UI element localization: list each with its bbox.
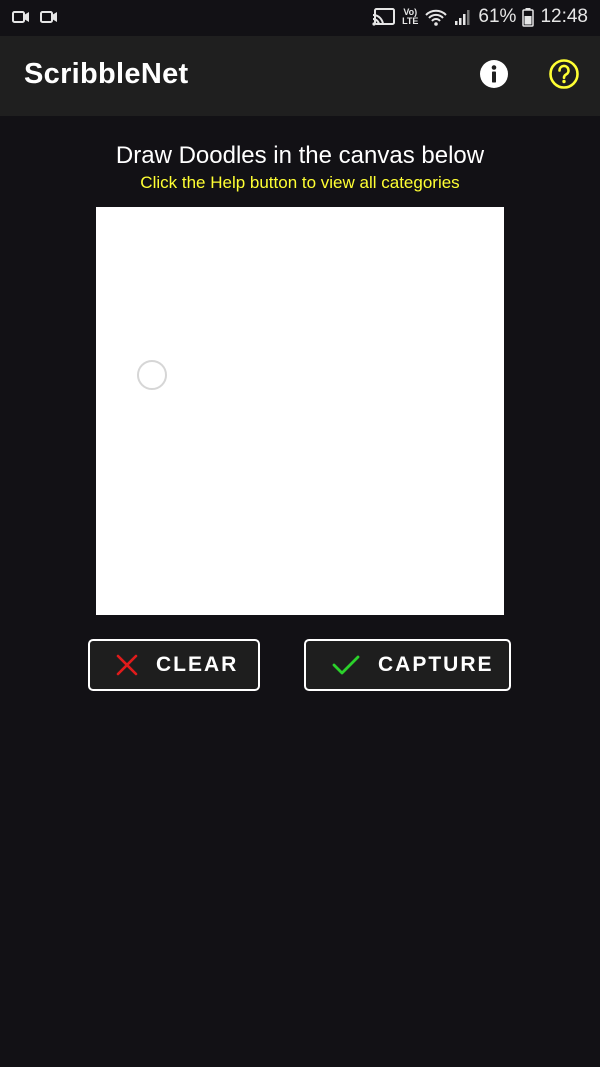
signal-icon bbox=[455, 10, 470, 25]
drawing-canvas[interactable] bbox=[96, 207, 504, 615]
help-icon bbox=[549, 59, 579, 89]
battery-icon bbox=[522, 8, 535, 27]
clock: 12:48 bbox=[540, 6, 588, 27]
canvas-heading: Draw Doodles in the canvas below bbox=[115, 142, 485, 169]
info-button[interactable] bbox=[479, 59, 509, 89]
info-icon bbox=[480, 60, 508, 88]
capture-button-label: CAPTURE bbox=[378, 653, 494, 676]
help-hint: Click the Help button to view all catego… bbox=[140, 173, 460, 192]
status-bar: Vo) LTE 61% 12:48 bbox=[0, 0, 600, 36]
video-icon bbox=[12, 11, 29, 23]
app-bar: ScribbleNet bbox=[0, 36, 600, 116]
battery-percent: 61% bbox=[478, 6, 517, 27]
x-icon bbox=[116, 654, 138, 676]
wifi-icon bbox=[425, 9, 448, 26]
lte-label: LTE bbox=[402, 16, 419, 26]
help-button[interactable] bbox=[548, 58, 580, 90]
checkmark-icon bbox=[332, 655, 360, 675]
capture-button[interactable]: CAPTURE bbox=[304, 639, 511, 691]
status-notifications bbox=[12, 10, 58, 24]
video-icon bbox=[40, 11, 57, 23]
touch-cursor-indicator bbox=[137, 360, 167, 390]
volte-icon: Vo) LTE bbox=[402, 8, 418, 26]
clear-button-label: CLEAR bbox=[156, 653, 239, 676]
clear-button[interactable]: CLEAR bbox=[88, 639, 260, 691]
status-indicators: Vo) LTE 61% 12:48 bbox=[372, 6, 588, 28]
cast-icon bbox=[372, 8, 396, 26]
app-title: ScribbleNet bbox=[24, 58, 189, 90]
